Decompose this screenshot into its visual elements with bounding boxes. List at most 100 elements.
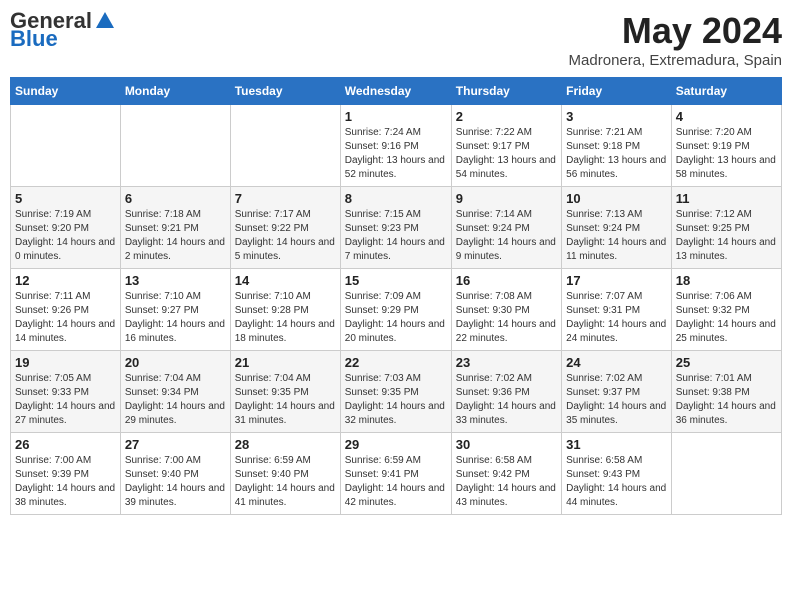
day-info: Sunrise: 7:05 AMSunset: 9:33 PMDaylight:…	[15, 372, 116, 428]
day-number: 7	[235, 191, 336, 206]
calendar-cell	[120, 105, 230, 187]
calendar-cell: 21 Sunrise: 7:04 AMSunset: 9:35 PMDayligh…	[230, 351, 340, 433]
day-number: 9	[456, 191, 557, 206]
calendar-week-row: 26 Sunrise: 7:00 AMSunset: 9:39 PMDayligh…	[11, 433, 782, 515]
calendar-cell: 26 Sunrise: 7:00 AMSunset: 9:39 PMDayligh…	[11, 433, 121, 515]
day-info: Sunrise: 7:13 AMSunset: 9:24 PMDaylight:…	[566, 208, 667, 264]
day-info: Sunrise: 7:18 AMSunset: 9:21 PMDaylight:…	[125, 208, 226, 264]
day-info: Sunrise: 7:09 AMSunset: 9:29 PMDaylight:…	[345, 290, 447, 346]
day-info: Sunrise: 6:58 AMSunset: 9:42 PMDaylight:…	[456, 454, 557, 510]
day-number: 22	[345, 355, 447, 370]
calendar-cell: 29 Sunrise: 6:59 AMSunset: 9:41 PMDayligh…	[340, 433, 451, 515]
day-info: Sunrise: 6:59 AMSunset: 9:40 PMDaylight:…	[235, 454, 336, 510]
day-number: 1	[345, 109, 447, 124]
day-info: Sunrise: 7:02 AMSunset: 9:36 PMDaylight:…	[456, 372, 557, 428]
day-number: 15	[345, 273, 447, 288]
day-number: 21	[235, 355, 336, 370]
calendar-cell: 3Sunrise: 7:21 AMSunset: 9:18 PMDaylight…	[562, 105, 672, 187]
day-number: 30	[456, 437, 557, 452]
title-block: May 2024 Madronera, Extremadura, Spain	[569, 10, 782, 69]
day-header-monday: Monday	[120, 78, 230, 105]
calendar-cell: 31 Sunrise: 6:58 AMSunset: 9:43 PMDayligh…	[562, 433, 672, 515]
logo-blue-text: Blue	[10, 28, 116, 50]
day-number: 12	[15, 273, 116, 288]
calendar-cell: 28 Sunrise: 6:59 AMSunset: 9:40 PMDayligh…	[230, 433, 340, 515]
calendar-cell: 22 Sunrise: 7:03 AMSunset: 9:35 PMDayligh…	[340, 351, 451, 433]
day-info: Sunrise: 7:04 AMSunset: 9:35 PMDaylight:…	[235, 372, 336, 428]
calendar-cell: 16 Sunrise: 7:08 AMSunset: 9:30 PMDayligh…	[451, 269, 561, 351]
day-info: Sunrise: 7:00 AMSunset: 9:40 PMDaylight:…	[125, 454, 226, 510]
calendar-cell	[230, 105, 340, 187]
calendar-cell: 14 Sunrise: 7:10 AMSunset: 9:28 PMDayligh…	[230, 269, 340, 351]
calendar-cell: 20Sunrise: 7:04 AMSunset: 9:34 PMDayligh…	[120, 351, 230, 433]
day-info: Sunrise: 7:14 AMSunset: 9:24 PMDaylight:…	[456, 208, 557, 264]
day-number: 19	[15, 355, 116, 370]
calendar-cell: 23 Sunrise: 7:02 AMSunset: 9:36 PMDayligh…	[451, 351, 561, 433]
day-info: Sunrise: 7:20 AMSunset: 9:19 PMDaylight:…	[676, 126, 777, 182]
day-info: Sunrise: 7:19 AMSunset: 9:20 PMDaylight:…	[15, 208, 116, 264]
calendar-cell: 18 Sunrise: 7:06 AMSunset: 9:32 PMDayligh…	[671, 269, 781, 351]
day-number: 31	[566, 437, 667, 452]
calendar-cell: 6 Sunrise: 7:18 AMSunset: 9:21 PMDaylight…	[120, 187, 230, 269]
day-number: 16	[456, 273, 557, 288]
day-number: 13	[125, 273, 226, 288]
day-number: 8	[345, 191, 447, 206]
day-info: Sunrise: 6:59 AMSunset: 9:41 PMDaylight:…	[345, 454, 447, 510]
day-info: Sunrise: 7:08 AMSunset: 9:30 PMDaylight:…	[456, 290, 557, 346]
day-number: 4	[676, 109, 777, 124]
calendar-header-row: SundayMondayTuesdayWednesdayThursdayFrid…	[11, 78, 782, 105]
day-number: 25	[676, 355, 777, 370]
day-number: 27	[125, 437, 226, 452]
day-info: Sunrise: 7:12 AMSunset: 9:25 PMDaylight:…	[676, 208, 777, 264]
day-info: Sunrise: 7:01 AMSunset: 9:38 PMDaylight:…	[676, 372, 777, 428]
calendar-cell: 5 Sunrise: 7:19 AMSunset: 9:20 PMDaylight…	[11, 187, 121, 269]
day-number: 28	[235, 437, 336, 452]
day-info: Sunrise: 7:00 AMSunset: 9:39 PMDaylight:…	[15, 454, 116, 510]
day-info: Sunrise: 7:10 AMSunset: 9:27 PMDaylight:…	[125, 290, 226, 346]
calendar-table: SundayMondayTuesdayWednesdayThursdayFrid…	[10, 77, 782, 515]
day-number: 3	[566, 109, 667, 124]
location-title: Madronera, Extremadura, Spain	[569, 52, 782, 69]
day-number: 11	[676, 191, 777, 206]
day-number: 23	[456, 355, 557, 370]
day-number: 26	[15, 437, 116, 452]
day-info: Sunrise: 7:11 AMSunset: 9:26 PMDaylight:…	[15, 290, 116, 346]
day-number: 14	[235, 273, 336, 288]
day-number: 29	[345, 437, 447, 452]
day-info: Sunrise: 7:10 AMSunset: 9:28 PMDaylight:…	[235, 290, 336, 346]
page-header: General Blue May 2024 Madronera, Extrema…	[10, 10, 782, 69]
calendar-cell: 27 Sunrise: 7:00 AMSunset: 9:40 PMDayligh…	[120, 433, 230, 515]
calendar-cell: 8 Sunrise: 7:15 AMSunset: 9:23 PMDaylight…	[340, 187, 451, 269]
day-info: Sunrise: 7:15 AMSunset: 9:23 PMDaylight:…	[345, 208, 447, 264]
day-info: Sunrise: 6:58 AMSunset: 9:43 PMDaylight:…	[566, 454, 667, 510]
day-number: 18	[676, 273, 777, 288]
logo: General Blue	[10, 10, 116, 50]
calendar-cell: 13 Sunrise: 7:10 AMSunset: 9:27 PMDayligh…	[120, 269, 230, 351]
calendar-cell: 9 Sunrise: 7:14 AMSunset: 9:24 PMDaylight…	[451, 187, 561, 269]
day-info: Sunrise: 7:04 AMSunset: 9:34 PMDaylight:…	[125, 372, 226, 428]
day-info: Sunrise: 7:03 AMSunset: 9:35 PMDaylight:…	[345, 372, 447, 428]
day-info: Sunrise: 7:17 AMSunset: 9:22 PMDaylight:…	[235, 208, 336, 264]
calendar-cell: 2Sunrise: 7:22 AMSunset: 9:17 PMDaylight…	[451, 105, 561, 187]
day-number: 10	[566, 191, 667, 206]
calendar-cell: 15 Sunrise: 7:09 AMSunset: 9:29 PMDayligh…	[340, 269, 451, 351]
day-header-friday: Friday	[562, 78, 672, 105]
day-header-saturday: Saturday	[671, 78, 781, 105]
calendar-cell: 10 Sunrise: 7:13 AMSunset: 9:24 PMDayligh…	[562, 187, 672, 269]
day-number: 17	[566, 273, 667, 288]
day-number: 6	[125, 191, 226, 206]
day-info: Sunrise: 7:24 AMSunset: 9:16 PMDaylight:…	[345, 126, 447, 182]
day-info: Sunrise: 7:02 AMSunset: 9:37 PMDaylight:…	[566, 372, 667, 428]
day-header-sunday: Sunday	[11, 78, 121, 105]
month-title: May 2024	[569, 10, 782, 52]
day-header-tuesday: Tuesday	[230, 78, 340, 105]
calendar-week-row: 1 Sunrise: 7:24 AMSunset: 9:16 PMDaylight…	[11, 105, 782, 187]
calendar-week-row: 19 Sunrise: 7:05 AMSunset: 9:33 PMDayligh…	[11, 351, 782, 433]
day-info: Sunrise: 7:22 AMSunset: 9:17 PMDaylight:…	[456, 126, 557, 182]
calendar-cell: 30 Sunrise: 6:58 AMSunset: 9:42 PMDayligh…	[451, 433, 561, 515]
calendar-cell: 19 Sunrise: 7:05 AMSunset: 9:33 PMDayligh…	[11, 351, 121, 433]
day-info: Sunrise: 7:06 AMSunset: 9:32 PMDaylight:…	[676, 290, 777, 346]
day-number: 5	[15, 191, 116, 206]
calendar-cell: 17 Sunrise: 7:07 AMSunset: 9:31 PMDayligh…	[562, 269, 672, 351]
day-info: Sunrise: 7:07 AMSunset: 9:31 PMDaylight:…	[566, 290, 667, 346]
